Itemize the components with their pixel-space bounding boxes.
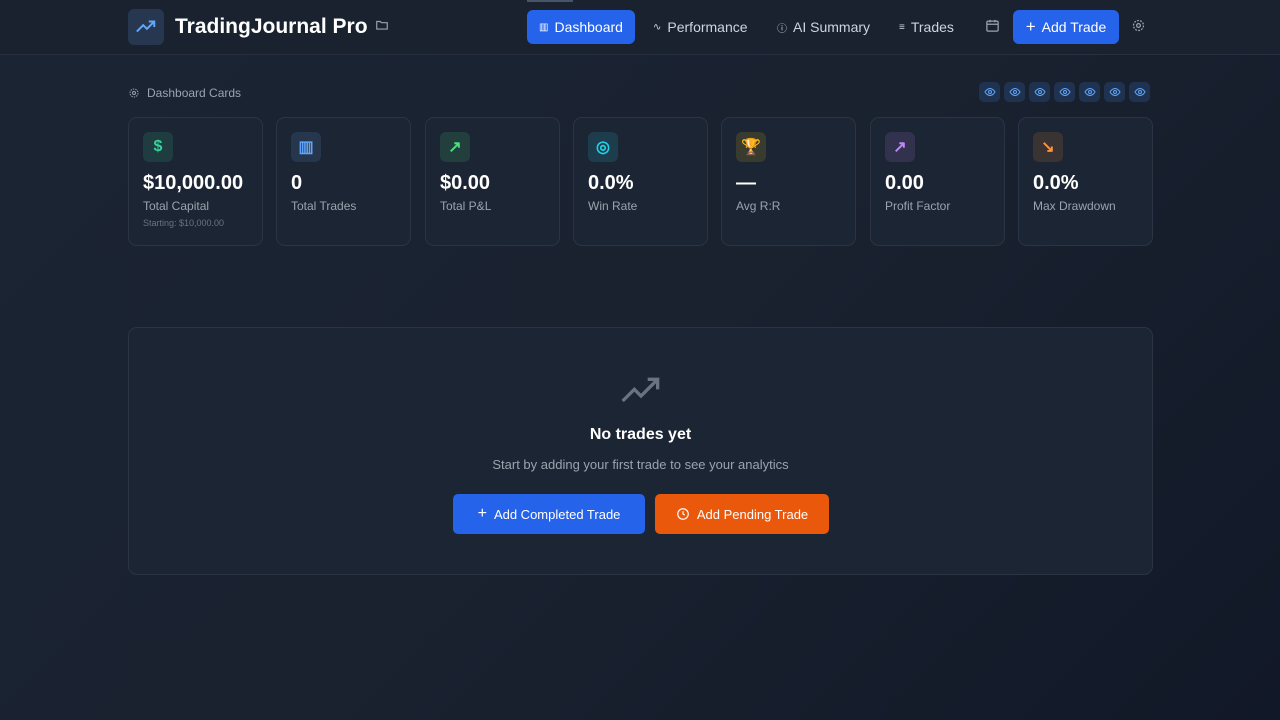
eye-icon	[983, 87, 996, 97]
add-trade-button[interactable]: + Add Trade	[1013, 10, 1119, 44]
card-label: Total Trades	[291, 199, 357, 213]
stat-card: ◎ 0.0% Win Rate	[573, 117, 708, 246]
folder-icon	[376, 20, 388, 30]
empty-state: No trades yet Start by adding your first…	[128, 327, 1153, 575]
tab-ai-summary[interactable]: ⓘ AI Summary	[765, 10, 882, 44]
gear-icon	[1132, 19, 1145, 32]
eye-icon	[1058, 87, 1071, 97]
toggle-card-visibility-button[interactable]	[1029, 82, 1050, 102]
card-value: $0.00	[440, 172, 491, 194]
card-value: —	[736, 172, 756, 194]
toggle-card-visibility-button[interactable]	[1129, 82, 1150, 102]
plus-icon: +	[1025, 17, 1036, 36]
tab-indicator	[527, 0, 573, 2]
info-icon: ⓘ	[777, 23, 787, 35]
toggle-card-visibility-button[interactable]	[1079, 82, 1100, 102]
card-label: Win Rate	[588, 199, 638, 213]
toggle-card-visibility-button[interactable]	[1004, 82, 1025, 102]
card-label: Total Capital	[143, 199, 210, 213]
card-label: Avg R:R	[736, 199, 781, 213]
list-icon: ≡	[899, 21, 905, 33]
stat-card: ▥ 0 Total Trades	[276, 117, 411, 246]
bar-chart-icon: ▥	[291, 132, 321, 162]
trending-up-icon: ↗	[440, 132, 470, 162]
eye-icon	[1133, 87, 1146, 97]
card-value: $10,000.00	[143, 172, 244, 194]
app-title: TradingJournal Pro	[175, 15, 368, 38]
tab-trades[interactable]: ≡ Trades	[887, 10, 966, 44]
card-label: Total P&L	[440, 199, 492, 213]
card-visibility-toggles	[979, 82, 1150, 102]
calendar-icon	[986, 19, 999, 32]
toggle-card-visibility-button[interactable]	[979, 82, 1000, 102]
toggle-card-visibility-button[interactable]	[1054, 82, 1075, 102]
logo	[128, 9, 164, 45]
stat-card: ↘ 0.0% Max Drawdown	[1018, 117, 1153, 246]
card-value: 0.0%	[1033, 172, 1079, 194]
trending-up-icon	[621, 377, 660, 403]
activity-icon: ∿	[653, 21, 662, 33]
eye-icon	[1008, 87, 1021, 97]
stat-card: ↗ $0.00 Total P&L	[425, 117, 560, 246]
card-value: 0.00	[885, 172, 924, 194]
eye-icon	[1108, 87, 1121, 97]
tab-performance[interactable]: ∿ Performance	[641, 10, 760, 44]
card-value: 0.0%	[588, 172, 634, 194]
card-value: 0	[291, 172, 303, 194]
target-icon: ◎	[588, 132, 618, 162]
header: TradingJournal Pro ▥ Dashboard ∿ Performan…	[0, 0, 1280, 55]
stat-card: $ $10,000.00 Total Capital Starting: $10…	[128, 117, 263, 246]
add-pending-trade-button[interactable]: Add Pending Trade	[655, 494, 829, 534]
trending-up-icon: ↗	[885, 132, 915, 162]
dollar-icon: $	[143, 132, 173, 162]
stat-card: ↗ 0.00 Profit Factor	[870, 117, 1005, 246]
bar-chart-icon: ▥	[539, 21, 549, 33]
dashboard-cards-settings[interactable]: Dashboard Cards	[128, 86, 241, 100]
clock-icon	[677, 508, 689, 520]
tab-dashboard[interactable]: ▥ Dashboard	[527, 10, 635, 44]
empty-title: No trades yet	[589, 426, 692, 443]
add-completed-trade-button[interactable]: + Add Completed Trade	[453, 494, 645, 534]
card-label: Max Drawdown	[1033, 199, 1116, 213]
stat-card: 🏆 — Avg R:R	[721, 117, 856, 246]
plus-icon: +	[477, 505, 487, 522]
eye-icon	[1083, 87, 1096, 97]
gear-icon	[129, 88, 139, 98]
trending-up-icon	[136, 20, 156, 33]
settings-button[interactable]	[1131, 18, 1146, 38]
folder-button[interactable]	[375, 18, 389, 37]
card-label: Profit Factor	[885, 199, 951, 213]
toggle-card-visibility-button[interactable]	[1104, 82, 1125, 102]
eye-icon	[1033, 87, 1046, 97]
empty-subtitle: Start by adding your first trade to see …	[492, 457, 789, 472]
trophy-icon: 🏆	[736, 132, 766, 162]
calendar-button[interactable]	[985, 18, 1000, 38]
card-subtext: Starting: $10,000.00	[143, 218, 225, 228]
trending-down-icon: ↘	[1033, 132, 1063, 162]
